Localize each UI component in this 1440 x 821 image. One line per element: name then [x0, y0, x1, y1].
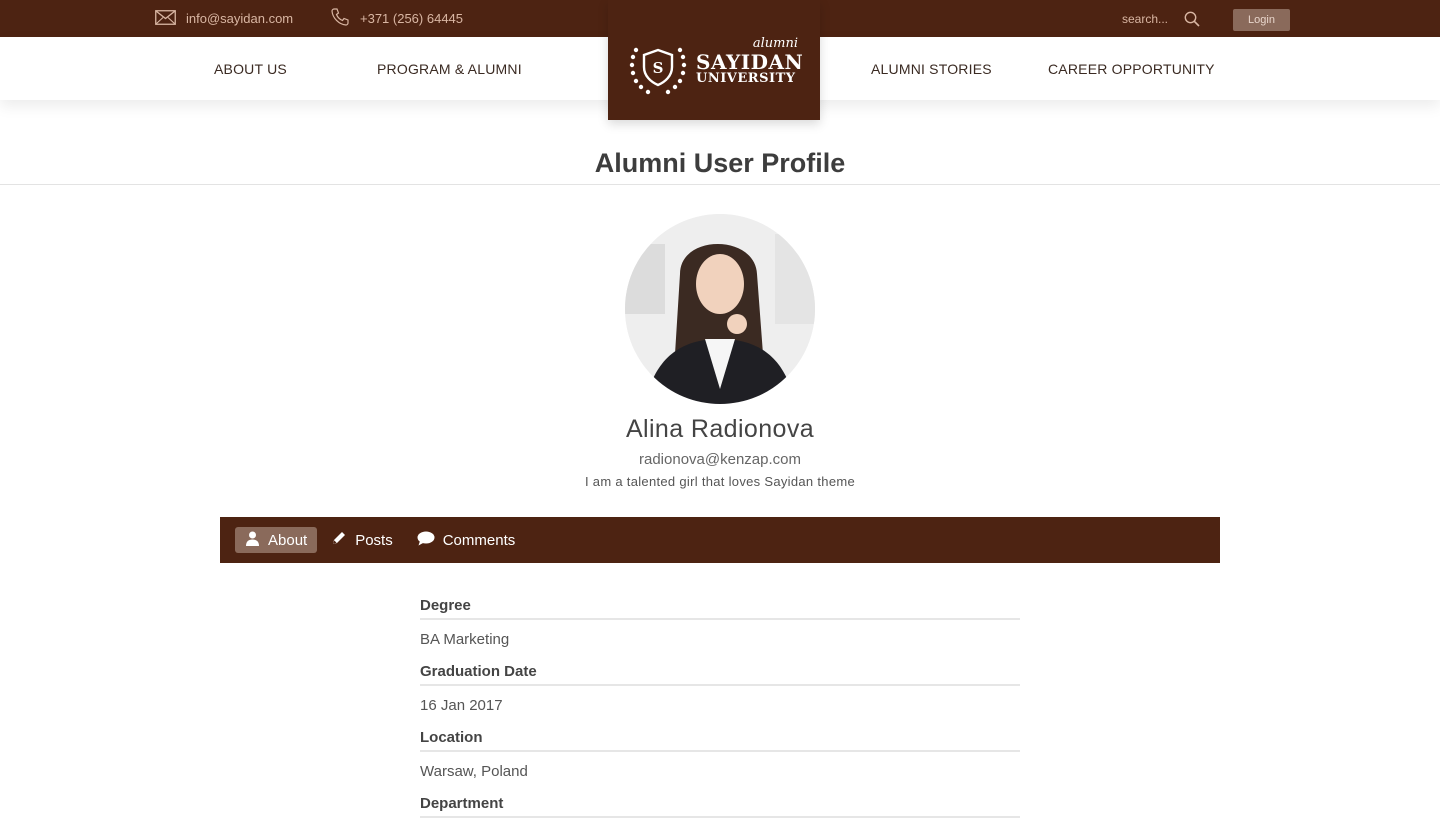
field-label-department: Department	[420, 792, 1020, 818]
comment-icon	[417, 531, 443, 550]
nav-program-alumni[interactable]: PROGRAM & ALUMNI	[377, 37, 522, 100]
search-icon[interactable]	[1184, 11, 1200, 27]
login-button[interactable]: Login	[1233, 9, 1290, 31]
logo-subtitle: UNIVERSITY	[696, 71, 796, 86]
tab-comments[interactable]: Comments	[407, 527, 526, 553]
site-logo[interactable]: S alumni SAYIDAN UNIVERSITY	[608, 0, 820, 120]
envelope-icon	[155, 9, 186, 28]
contact-email-text[interactable]: info@sayidan.com	[186, 11, 293, 26]
field-value-location: Warsaw, Poland	[420, 763, 528, 780]
contact-phone-text[interactable]: +371 (256) 64445	[360, 11, 463, 26]
tab-about[interactable]: About	[235, 527, 318, 553]
search-box	[1122, 0, 1200, 37]
avatar	[625, 214, 815, 404]
crest-icon: S	[628, 40, 688, 103]
tab-posts-label: Posts	[355, 531, 393, 549]
contact-phone[interactable]: +371 (256) 64445	[330, 0, 463, 37]
tab-about-label: About	[268, 531, 308, 549]
profile-name: Alina Radionova	[625, 415, 815, 443]
about-fields: Degree BA Marketing Graduation Date 16 J…	[420, 594, 1020, 818]
pencil-icon	[331, 530, 355, 550]
phone-icon	[330, 7, 360, 30]
profile-email: radionova@kenzap.com	[639, 451, 801, 468]
tab-comments-label: Comments	[442, 531, 516, 549]
field-label-location: Location	[420, 726, 1020, 752]
nav-alumni-stories[interactable]: ALUMNI STORIES	[871, 37, 992, 100]
profile-bio: I am a talented girl that loves Sayidan …	[584, 474, 856, 489]
user-icon	[245, 531, 268, 550]
svg-text:S: S	[653, 59, 664, 77]
contact-email[interactable]: info@sayidan.com	[155, 0, 293, 37]
logo-alumni-tag: alumni	[752, 36, 798, 51]
profile-tabs: About Posts Comments	[220, 517, 1220, 563]
page-title: Alumni User Profile	[594, 148, 846, 178]
field-label-degree: Degree	[420, 594, 1020, 620]
logo-name: SAYIDAN	[696, 50, 804, 74]
field-value-degree: BA Marketing	[420, 631, 510, 648]
nav-career-opportunity[interactable]: CAREER OPPORTUNITY	[1048, 37, 1215, 100]
title-divider	[0, 184, 1440, 185]
field-label-graduation-date: Graduation Date	[420, 660, 1020, 686]
search-input[interactable]	[1122, 11, 1178, 26]
field-value-graduation-date: 16 Jan 2017	[420, 697, 503, 714]
nav-about-us[interactable]: ABOUT US	[214, 37, 287, 100]
tab-posts[interactable]: Posts	[321, 527, 403, 553]
